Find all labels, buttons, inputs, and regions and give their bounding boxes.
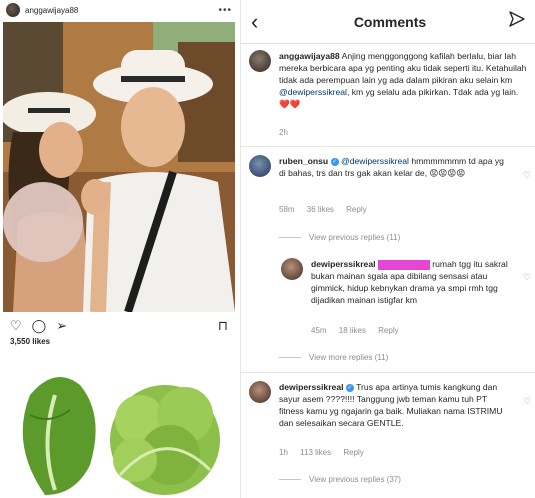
heart-icon[interactable]: ♡: [10, 318, 22, 333]
verified-icon: ✓: [345, 383, 354, 392]
comment-dewi: dewiperssikreal ✓ Trus apa artinya tumis…: [279, 381, 511, 429]
caption-comment: anggawijaya88 Anjing menggonggong kafila…: [279, 50, 527, 110]
redacted-mention: [377, 259, 430, 270]
comment-time: 1h: [279, 448, 288, 457]
likes-count[interactable]: 3,550 likes: [10, 337, 50, 346]
verified-icon: ✓: [330, 157, 339, 166]
comments-screen: ‹ Comments anggawijaya88 Anjing menggong…: [240, 0, 535, 498]
comment-likes[interactable]: 36 likes: [307, 205, 334, 214]
couple-photo: [3, 22, 235, 312]
bookmark-icon[interactable]: ⊓: [218, 318, 228, 333]
avatar[interactable]: [249, 381, 271, 403]
comment-likes[interactable]: 113 likes: [300, 448, 331, 457]
like-heart-icon[interactable]: ♡: [523, 272, 531, 283]
page-title: Comments: [353, 13, 427, 30]
divider: [241, 372, 535, 373]
comment-time: 45m: [311, 326, 327, 335]
caption-username[interactable]: anggawijaya88: [279, 51, 340, 61]
reply-button[interactable]: Reply: [378, 326, 398, 335]
like-heart-icon[interactable]: ♡: [523, 170, 531, 181]
divider: [241, 146, 535, 147]
send-icon[interactable]: [509, 11, 525, 32]
comment-username[interactable]: ruben_onsu: [279, 156, 328, 166]
comment-likes[interactable]: 18 likes: [339, 326, 366, 335]
comment-mention[interactable]: @dewiperssikreal: [341, 156, 409, 166]
reply-button[interactable]: Reply: [343, 448, 363, 457]
comment-meta: 1h 113 likes Reply: [279, 448, 374, 457]
comment-username[interactable]: dewiperssikreal: [311, 259, 376, 269]
comment-time: 58m: [279, 205, 295, 214]
lettuce-image: [0, 355, 238, 498]
instagram-post: anggawijaya88 ••• ♡ ◯ ➢ ⊓ 3,550 likes: [0, 0, 238, 498]
comment-ruben: ruben_onsu ✓ @dewiperssikreal hmmmmmmm t…: [279, 155, 511, 179]
avatar[interactable]: [281, 258, 303, 280]
comment-meta: 45m 18 likes Reply: [311, 326, 409, 335]
comments-topbar: ‹ Comments: [241, 0, 535, 44]
view-previous-replies[interactable]: View previous replies (37): [279, 475, 401, 484]
post-avatar[interactable]: [6, 3, 20, 17]
like-heart-icon[interactable]: ♡: [523, 396, 531, 407]
avatar[interactable]: [249, 50, 271, 72]
post-header: anggawijaya88 •••: [0, 0, 238, 20]
post-actions: ♡ ◯ ➢ ⊓: [10, 318, 228, 333]
comment-dewi-reply: dewiperssikreal rumah tgg itu sakral buk…: [311, 258, 511, 306]
more-options-icon[interactable]: •••: [218, 5, 232, 16]
share-icon[interactable]: ➢: [56, 318, 67, 333]
comment-username[interactable]: dewiperssikreal: [279, 382, 344, 392]
comment-icon[interactable]: ◯: [32, 318, 47, 333]
view-previous-replies[interactable]: View previous replies (11): [279, 233, 400, 242]
caption-time: 2h: [279, 128, 288, 137]
comment-meta: 58m 36 likes Reply: [279, 205, 377, 214]
avatar[interactable]: [249, 155, 271, 177]
reply-button[interactable]: Reply: [346, 205, 366, 214]
back-arrow-icon[interactable]: ‹: [251, 9, 271, 35]
caption-mention[interactable]: @dewiperssikreal: [279, 87, 347, 97]
view-more-replies[interactable]: View more replies (11): [279, 353, 388, 362]
post-photo: [3, 22, 235, 312]
caption-meta: 2h: [279, 128, 298, 137]
post-username[interactable]: anggawijaya88: [25, 6, 218, 15]
